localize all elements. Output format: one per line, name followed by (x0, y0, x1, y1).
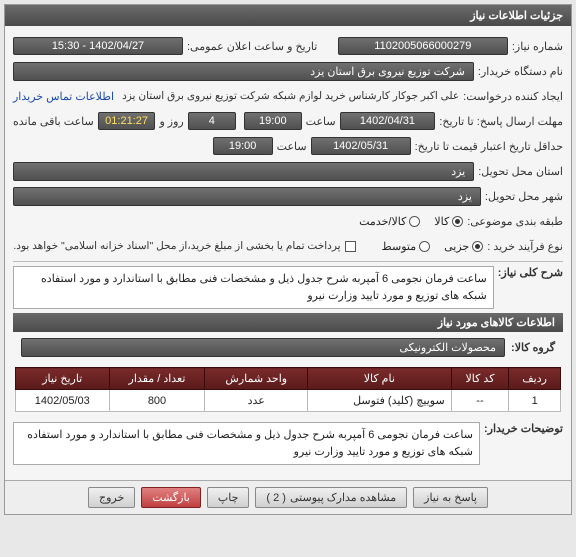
purchase-medium-label: متوسط (382, 240, 417, 253)
province-label: استان محل تحویل: (478, 165, 563, 178)
creator-text: علی اکبر جوکار کارشناس خرید لوازم شبکه ش… (118, 90, 459, 102)
group-label: گروه کالا: (511, 341, 555, 354)
buyer-notes-box: ساعت فرمان نجومی 6 آمپربه شرح جدول ذیل و… (13, 422, 480, 465)
day-word: روز و (159, 115, 183, 128)
treasury-checkbox[interactable] (345, 241, 356, 252)
cell-qty: 800 (109, 390, 205, 412)
minvalid-date-field: 1402/05/31 (311, 137, 411, 155)
city-field: یزد (13, 187, 481, 206)
print-button[interactable]: چاپ (207, 487, 250, 508)
remaining-time-field: 01:21:27 (98, 112, 156, 130)
purchase-medium-radio[interactable]: متوسط (382, 240, 431, 253)
reply-time-field: 19:00 (244, 112, 302, 130)
th-row: ردیف (509, 368, 561, 390)
back-button[interactable]: بازگشت (141, 487, 201, 508)
items-table: ردیف کد کالا نام کالا واحد شمارش تعداد /… (15, 367, 561, 412)
days-field: 4 (188, 112, 236, 130)
subject-service-radio[interactable]: کالا/خدمت (359, 215, 420, 228)
cell-name: سوییچ (کلید) فتوسل (308, 390, 452, 412)
public-date-field: 1402/04/27 - 15:30 (13, 37, 183, 55)
contact-link[interactable]: اطلاعات تماس خریدار (13, 90, 114, 103)
exit-button[interactable]: خروج (88, 487, 135, 508)
main-panel: جزئیات اطلاعات نیاز شماره نیاز: 11020050… (4, 4, 572, 515)
reply-date-field: 1402/04/31 (340, 112, 436, 130)
group-value-field: محصولات الکترونیکی (21, 338, 505, 357)
th-date: تاریخ نیاز (16, 368, 110, 390)
cell-code: -- (451, 390, 509, 412)
th-qty: تعداد / مقدار (109, 368, 205, 390)
items-section-title: اطلاعات کالاهای مورد نیاز (13, 313, 563, 332)
view-attach-label: مشاهده مدارک پیوستی (290, 491, 396, 504)
need-no-label: شماره نیاز: (512, 40, 563, 53)
buyer-notes-label: توضیحات خریدار: (484, 422, 563, 435)
subject-cat-label: طبقه بندی موضوعی: (467, 215, 563, 228)
panel-title: جزئیات اطلاعات نیاز (5, 5, 571, 26)
radio-dot-icon (419, 241, 430, 252)
radio-dot-icon (472, 241, 483, 252)
radio-dot-icon (452, 216, 463, 227)
city-label: شهر محل تحویل: (485, 190, 563, 203)
time-label-2: ساعت (277, 140, 307, 153)
remaining-label: ساعت باقی مانده (13, 115, 94, 128)
minvalid-time-field: 19:00 (213, 137, 273, 155)
cell-row: 1 (509, 390, 561, 412)
panel-body: شماره نیاز: 1102005066000279 تاریخ و ساع… (5, 26, 571, 474)
time-label-1: ساعت (306, 115, 336, 128)
purchase-minor-label: جزیی (444, 240, 469, 253)
need-no-field: 1102005066000279 (338, 37, 508, 55)
buyer-name-label: نام دستگاه خریدار: (478, 65, 563, 78)
th-name: نام کالا (308, 368, 452, 390)
th-code: کد کالا (451, 368, 509, 390)
minvalid-label: حداقل تاریخ اعتبار قیمت تا تاریخ: (415, 140, 563, 153)
cell-unit: عدد (205, 390, 308, 412)
creator-label: ایجاد کننده درخواست: (463, 90, 563, 103)
full-desc-box: ساعت فرمان نجومی 6 آمپربه شرح جدول ذیل و… (13, 266, 494, 309)
divider (13, 261, 563, 262)
subject-goods-radio[interactable]: کالا (434, 215, 463, 228)
pay-note: پرداخت تمام یا بخشی از مبلغ خرید،از محل … (13, 240, 340, 252)
radio-dot-icon (409, 216, 420, 227)
attach-count: ( 2 ) (266, 492, 286, 504)
reply-button[interactable]: پاسخ به نیاز (413, 487, 488, 508)
full-desc-label: شرح کلی نیاز: (498, 266, 563, 279)
subject-goods-label: کالا (434, 215, 449, 228)
purchase-minor-radio[interactable]: جزیی (444, 240, 483, 253)
th-unit: واحد شمارش (205, 368, 308, 390)
province-field: یزد (13, 162, 474, 181)
table-row[interactable]: 1 -- سوییچ (کلید) فتوسل عدد 800 1402/05/… (16, 390, 561, 412)
purchase-type-label: نوع فرآیند خرید : (487, 240, 563, 253)
subject-radio-group: کالا کالا/خدمت (359, 215, 463, 228)
button-bar: پاسخ به نیاز مشاهده مدارک پیوستی ( 2 ) چ… (5, 480, 571, 514)
subject-service-label: کالا/خدمت (359, 215, 406, 228)
view-attach-button[interactable]: مشاهده مدارک پیوستی ( 2 ) (255, 487, 407, 508)
buyer-name-field: شرکت توزیع نیروی برق استان یزد (13, 62, 474, 81)
purchase-radio-group: جزیی متوسط (382, 240, 484, 253)
cell-date: 1402/05/03 (16, 390, 110, 412)
public-date-label: تاریخ و ساعت اعلان عمومی: (187, 40, 317, 53)
items-table-wrap: ردیف کد کالا نام کالا واحد شمارش تعداد /… (13, 363, 563, 416)
reply-deadline-label: مهلت ارسال پاسخ: تا تاریخ: (439, 115, 563, 128)
